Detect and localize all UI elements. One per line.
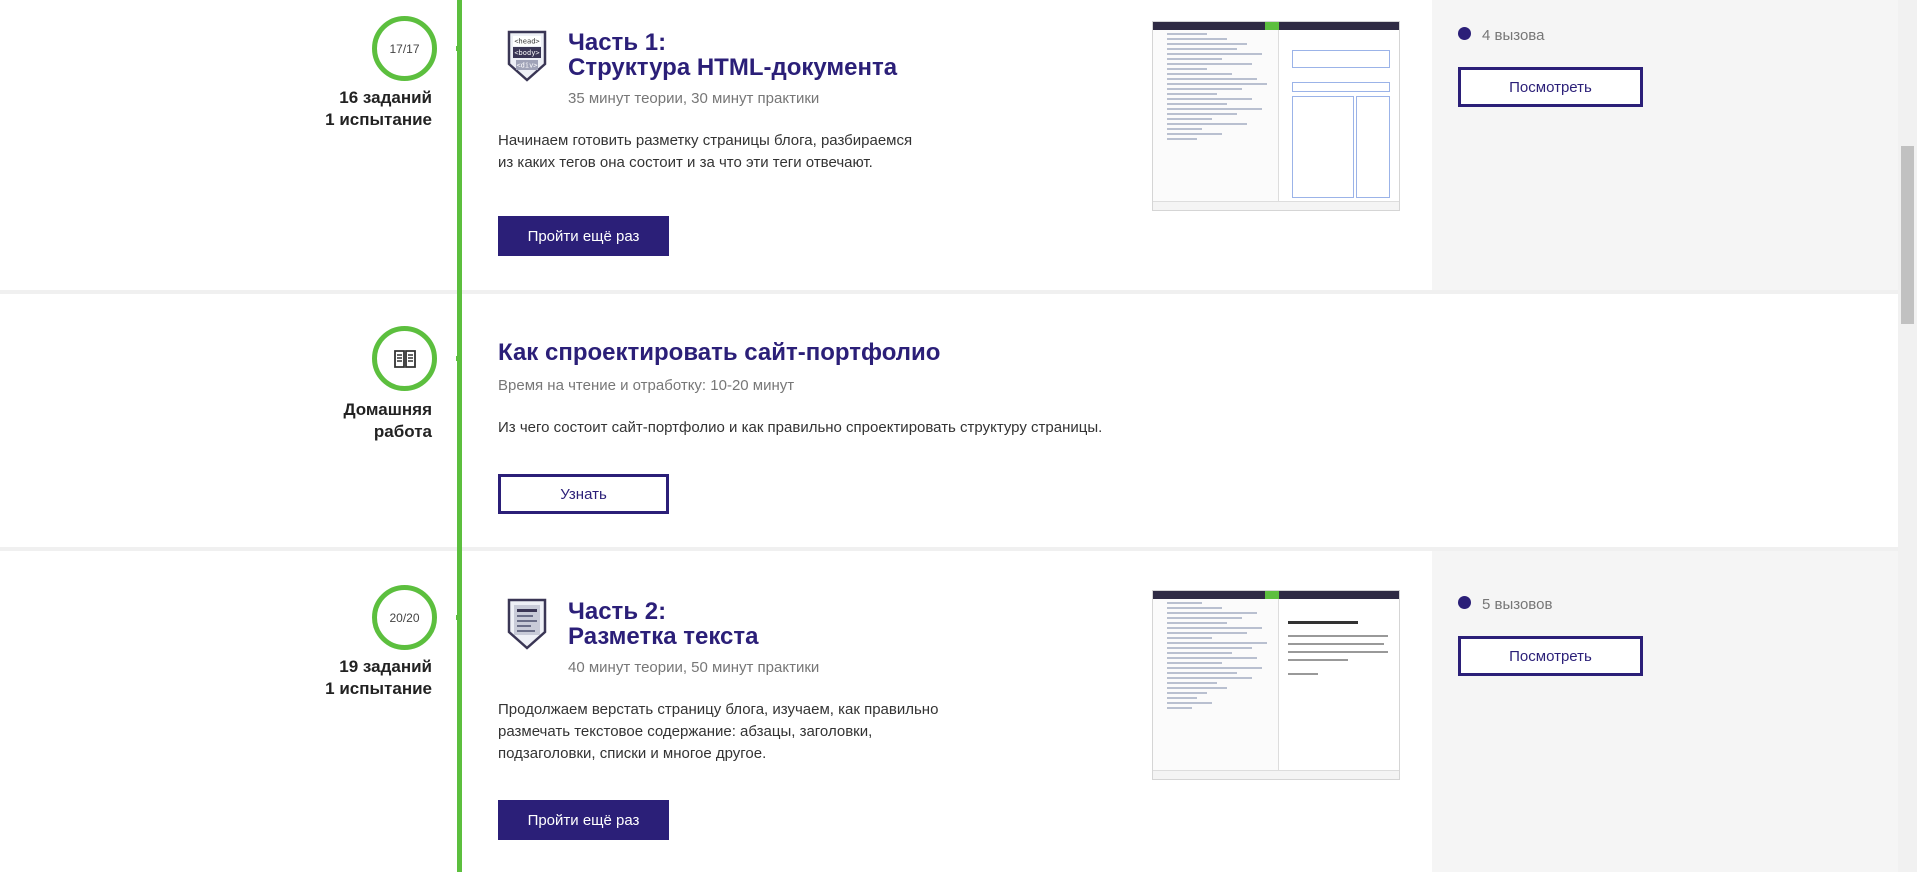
homework-title[interactable]: Как спроектировать сайт-портфолио (498, 340, 940, 365)
view-button[interactable]: Посмотреть (1458, 67, 1643, 107)
editor-tab-indicator (1265, 22, 1279, 30)
timeline-line (457, 0, 462, 872)
retake-button[interactable]: Пройти ещё раз (498, 216, 669, 256)
preview-panel (1280, 30, 1399, 202)
learn-button[interactable]: Узнать (498, 474, 669, 514)
preview-panel (1280, 599, 1399, 771)
trials-count: 1 испытание (325, 679, 432, 698)
code-panel (1153, 599, 1279, 771)
lesson-part: Часть 1: (568, 29, 667, 56)
lesson-screenshot[interactable] (1152, 21, 1400, 211)
tasks-count: 16 заданий (339, 88, 432, 107)
description-line: Продолжаем верстать страницу блога, изуч… (498, 701, 939, 718)
homework-circle (372, 326, 437, 391)
homework-description: Из чего состоит сайт-портфолио и как пра… (498, 419, 1103, 436)
progress-circle: 17/17 (372, 16, 437, 81)
lesson-description: Начинаем готовить разметку страницы блог… (498, 130, 912, 174)
progress-circle: 20/20 (372, 585, 437, 650)
editor-tab-indicator (1265, 591, 1279, 599)
homework-label: Домашняя работа (343, 399, 432, 443)
scrollbar-thumb[interactable] (1901, 146, 1914, 324)
timeline-connector (456, 46, 462, 51)
homework-label-line: работа (373, 422, 432, 441)
page-scrollbar[interactable] (1898, 0, 1917, 872)
badge-tag-body: <body> (514, 49, 539, 57)
lesson-title-text: Структура HTML-документа (568, 54, 898, 81)
tasks-count: 19 заданий (339, 657, 432, 676)
homework-duration: Время на чтение и отработку: 10-20 минут (498, 377, 795, 394)
text-document-badge-icon (507, 598, 547, 650)
section-divider (0, 290, 1898, 294)
homework-label-line: Домашняя (343, 400, 432, 419)
description-line: из каких тегов она состоит и за что эти … (498, 154, 873, 171)
progress-label: 17/17 (389, 41, 420, 56)
description-line: подзаголовки, списки и многое другое. (498, 745, 767, 762)
lesson-description: Продолжаем верстать страницу блога, изуч… (498, 699, 938, 765)
description-line: размечать текстовое содержание: абзацы, … (498, 723, 873, 740)
editor-footer (1153, 201, 1399, 210)
lesson-title[interactable]: Часть 1: Структура HTML-документа (568, 30, 897, 80)
code-panel (1153, 30, 1279, 202)
lesson-duration: 35 минут теории, 30 минут практики (568, 90, 820, 107)
lesson-meta: 16 заданий 1 испытание (325, 87, 432, 131)
progress-label: 20/20 (389, 610, 420, 625)
lesson-part: Часть 2: (568, 598, 667, 625)
description-line: Начинаем готовить разметку страницы блог… (498, 132, 913, 149)
badge-tag-head: <head> (514, 38, 539, 46)
challenge-dot-icon (1458, 27, 1471, 40)
challenge-dot-icon (1458, 596, 1471, 609)
lesson-meta: 19 заданий 1 испытание (325, 656, 432, 700)
lesson-title-text: Разметка текста (568, 623, 759, 650)
trials-count: 1 испытание (325, 110, 432, 129)
challenges-count: 4 вызова (1482, 27, 1545, 44)
timeline-connector (456, 356, 462, 361)
lesson-title[interactable]: Часть 2: Разметка текста (568, 599, 758, 649)
lesson-screenshot[interactable] (1152, 590, 1400, 780)
editor-footer (1153, 770, 1399, 779)
html-tags-badge-icon: <head> <body> <div> (507, 30, 547, 82)
timeline-connector (456, 615, 462, 620)
lesson-duration: 40 минут теории, 50 минут практики (568, 659, 820, 676)
badge-tag-div: <div> (516, 62, 537, 70)
retake-button[interactable]: Пройти ещё раз (498, 800, 669, 840)
challenges-count: 5 вызовов (1482, 596, 1553, 613)
view-button[interactable]: Посмотреть (1458, 636, 1643, 676)
book-icon (393, 349, 416, 368)
